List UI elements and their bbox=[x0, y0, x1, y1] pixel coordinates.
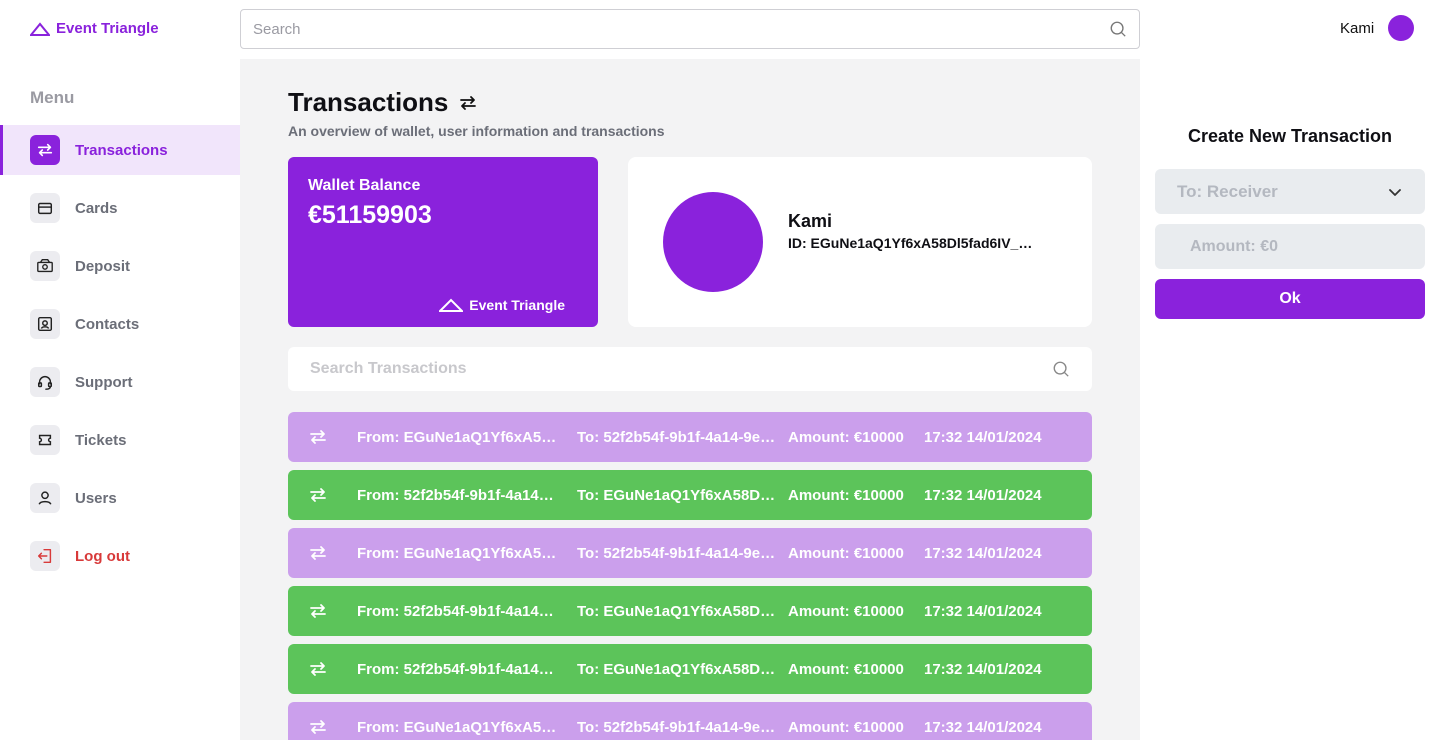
sidebar-item-label: Users bbox=[75, 489, 117, 507]
transfer-icon bbox=[288, 659, 348, 679]
contacts-icon bbox=[30, 309, 60, 339]
transaction-date: 17:32 14/01/2024 bbox=[924, 602, 1042, 620]
wallet-balance: €51159903 bbox=[308, 201, 432, 229]
headset-icon bbox=[30, 367, 60, 397]
transaction-date: 17:32 14/01/2024 bbox=[924, 718, 1042, 736]
user-icon bbox=[30, 483, 60, 513]
user-menu[interactable]: Kami bbox=[1340, 15, 1415, 41]
global-search[interactable] bbox=[240, 9, 1140, 49]
transaction-from: From: EGuNe1aQ1Yf6xA5… bbox=[357, 544, 557, 562]
main-panel: Transactions An overview of wallet, user… bbox=[240, 59, 1140, 740]
avatar[interactable] bbox=[1388, 15, 1415, 41]
transaction-to: To: 52f2b54f-9b1f-4a14-9e… bbox=[577, 544, 776, 562]
transaction-from: From: 52f2b54f-9b1f-4a14… bbox=[357, 660, 554, 678]
transaction-row[interactable]: From: 52f2b54f-9b1f-4a14… To: EGuNe1aQ1Y… bbox=[288, 470, 1092, 520]
sidebar-item-label: Log out bbox=[75, 547, 130, 565]
transaction-date: 17:32 14/01/2024 bbox=[924, 486, 1042, 504]
profile-card: Kami ID: EGuNe1aQ1Yf6xA58Dl5fad6IV_… bbox=[628, 157, 1092, 327]
transaction-search[interactable] bbox=[288, 347, 1092, 391]
sidebar-item-label: Deposit bbox=[75, 257, 131, 275]
sidebar-item-label: Tickets bbox=[75, 431, 127, 449]
triangle-logo-icon bbox=[439, 298, 464, 312]
sidebar-item-label: Contacts bbox=[75, 315, 140, 333]
transfer-icon bbox=[288, 717, 348, 737]
transfer-icon bbox=[288, 427, 348, 447]
transaction-amount: Amount: €10000 bbox=[788, 718, 904, 736]
transaction-row[interactable]: From: EGuNe1aQ1Yf6xA5… To: 52f2b54f-9b1f… bbox=[288, 702, 1092, 740]
wallet-brand: Event Triangle bbox=[439, 297, 565, 313]
transaction-date: 17:32 14/01/2024 bbox=[924, 544, 1042, 562]
sidebar-item-logout[interactable]: Log out bbox=[0, 531, 240, 581]
transaction-row[interactable]: From: EGuNe1aQ1Yf6xA5… To: 52f2b54f-9b1f… bbox=[288, 412, 1092, 462]
receiver-select[interactable]: To: Receiver bbox=[1155, 169, 1425, 214]
create-transaction-title: Create New Transaction bbox=[1187, 126, 1393, 146]
transactions-icon bbox=[30, 135, 60, 165]
transaction-row[interactable]: From: 52f2b54f-9b1f-4a14… To: EGuNe1aQ1Y… bbox=[288, 644, 1092, 694]
receiver-placeholder: To: Receiver bbox=[1177, 181, 1278, 201]
transfer-icon bbox=[288, 485, 348, 505]
transaction-from: From: EGuNe1aQ1Yf6xA5… bbox=[357, 428, 557, 446]
transaction-to: To: EGuNe1aQ1Yf6xA58D… bbox=[577, 602, 776, 620]
profile-name: Kami bbox=[788, 211, 833, 231]
sidebar-item-tickets[interactable]: Tickets bbox=[0, 415, 240, 465]
card-icon bbox=[30, 193, 60, 223]
amount-field[interactable] bbox=[1155, 224, 1425, 269]
transaction-amount: Amount: €10000 bbox=[788, 660, 904, 678]
transaction-row[interactable]: From: EGuNe1aQ1Yf6xA5… To: 52f2b54f-9b1f… bbox=[288, 528, 1092, 578]
transfer-icon bbox=[460, 95, 477, 110]
transaction-to: To: EGuNe1aQ1Yf6xA58D… bbox=[577, 660, 776, 678]
wallet-label: Wallet Balance bbox=[308, 177, 421, 194]
wallet-card: Wallet Balance €51159903 Event Triangle bbox=[288, 157, 598, 327]
sidebar-item-users[interactable]: Users bbox=[0, 473, 240, 523]
transaction-to: To: EGuNe1aQ1Yf6xA58D… bbox=[577, 486, 776, 504]
search-icon[interactable] bbox=[1109, 20, 1127, 38]
transaction-from: From: EGuNe1aQ1Yf6xA5… bbox=[357, 718, 557, 736]
page-title-text: Transactions bbox=[288, 87, 449, 117]
page-subtitle: An overview of wallet, user information … bbox=[288, 123, 665, 139]
transfer-icon bbox=[288, 601, 348, 621]
global-search-input[interactable] bbox=[253, 20, 1109, 38]
transaction-to: To: 52f2b54f-9b1f-4a14-9e… bbox=[577, 428, 776, 446]
transaction-list: From: EGuNe1aQ1Yf6xA5… To: 52f2b54f-9b1f… bbox=[288, 412, 1092, 740]
profile-avatar bbox=[663, 192, 763, 292]
search-icon[interactable] bbox=[1052, 360, 1070, 378]
sidebar-item-transactions[interactable]: Transactions bbox=[0, 125, 240, 175]
transaction-to: To: 52f2b54f-9b1f-4a14-9e… bbox=[577, 718, 776, 736]
chevron-down-icon bbox=[1389, 188, 1401, 196]
transaction-amount: Amount: €10000 bbox=[788, 428, 904, 446]
page-title: Transactions bbox=[288, 87, 478, 118]
sidebar-item-label: Support bbox=[75, 373, 133, 391]
sidebar-item-label: Transactions bbox=[75, 141, 168, 159]
profile-id: ID: EGuNe1aQ1Yf6xA58Dl5fad6IV_… bbox=[788, 235, 1033, 251]
transaction-from: From: 52f2b54f-9b1f-4a14… bbox=[357, 602, 554, 620]
amount-input[interactable] bbox=[1190, 237, 1390, 256]
transaction-from: From: 52f2b54f-9b1f-4a14… bbox=[357, 486, 554, 504]
brand-logo[interactable]: Event Triangle bbox=[30, 20, 159, 37]
sidebar-item-support[interactable]: Support bbox=[0, 357, 240, 407]
ticket-icon bbox=[30, 425, 60, 455]
menu-title: Menu bbox=[30, 88, 75, 107]
user-name: Kami bbox=[1340, 19, 1375, 37]
sidebar: Transactions Cards Deposit Contacts Supp… bbox=[0, 125, 240, 589]
brand-name: Event Triangle bbox=[56, 20, 159, 37]
ok-button[interactable]: Ok bbox=[1155, 279, 1425, 319]
transaction-date: 17:32 14/01/2024 bbox=[924, 660, 1042, 678]
transaction-amount: Amount: €10000 bbox=[788, 602, 904, 620]
transaction-search-input[interactable] bbox=[310, 360, 1052, 378]
triangle-logo-icon bbox=[30, 21, 50, 36]
deposit-icon bbox=[30, 251, 60, 281]
transaction-amount: Amount: €10000 bbox=[788, 486, 904, 504]
sidebar-item-contacts[interactable]: Contacts bbox=[0, 299, 240, 349]
transfer-icon bbox=[288, 543, 348, 563]
sidebar-item-deposit[interactable]: Deposit bbox=[0, 241, 240, 291]
logout-icon bbox=[30, 541, 60, 571]
wallet-brand-name: Event Triangle bbox=[469, 297, 565, 313]
sidebar-item-label: Cards bbox=[75, 199, 118, 217]
transaction-row[interactable]: From: 52f2b54f-9b1f-4a14… To: EGuNe1aQ1Y… bbox=[288, 586, 1092, 636]
transaction-date: 17:32 14/01/2024 bbox=[924, 428, 1042, 446]
sidebar-item-cards[interactable]: Cards bbox=[0, 183, 240, 233]
transaction-amount: Amount: €10000 bbox=[788, 544, 904, 562]
